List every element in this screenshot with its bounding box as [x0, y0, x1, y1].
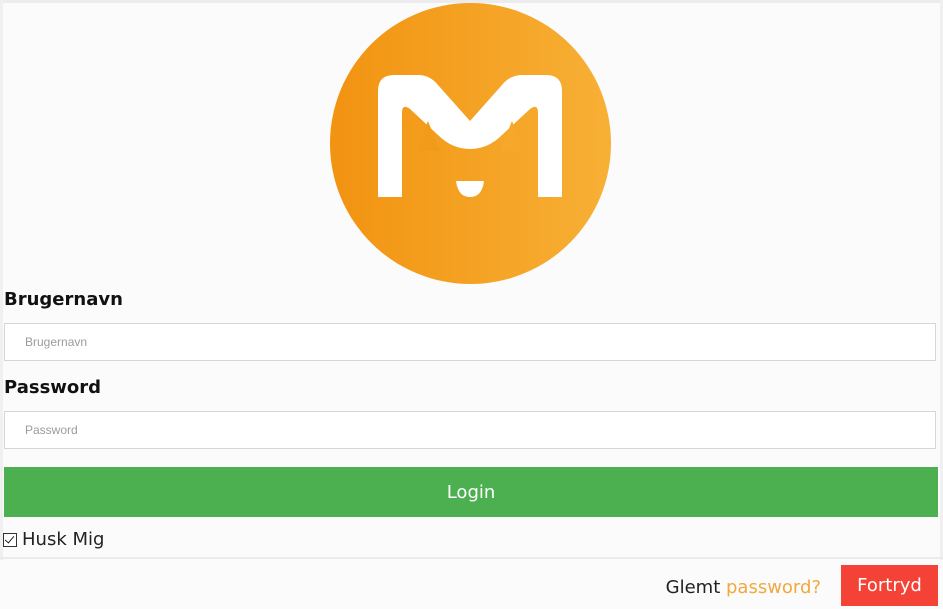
username-input[interactable] — [4, 323, 936, 361]
left-border — [0, 0, 3, 560]
forgot-password-link[interactable]: password? — [726, 577, 821, 598]
username-label: Brugernavn — [4, 289, 123, 310]
cat-m-logo-icon — [330, 3, 611, 284]
password-label: Password — [4, 377, 102, 398]
remember-me[interactable]: Husk Mig — [3, 529, 104, 550]
login-page: Brugernavn Password Login Husk Mig Glemt… — [0, 0, 943, 609]
password-input[interactable] — [4, 411, 936, 449]
forgot-prefix: Glemt — [665, 577, 726, 598]
login-button[interactable]: Login — [4, 467, 938, 517]
remember-checkbox[interactable] — [3, 532, 17, 547]
forgot-password: Glemt password? — [666, 577, 821, 598]
cancel-button[interactable]: Fortryd — [841, 565, 938, 606]
remember-label: Husk Mig — [22, 529, 105, 550]
footer-divider — [0, 557, 943, 559]
